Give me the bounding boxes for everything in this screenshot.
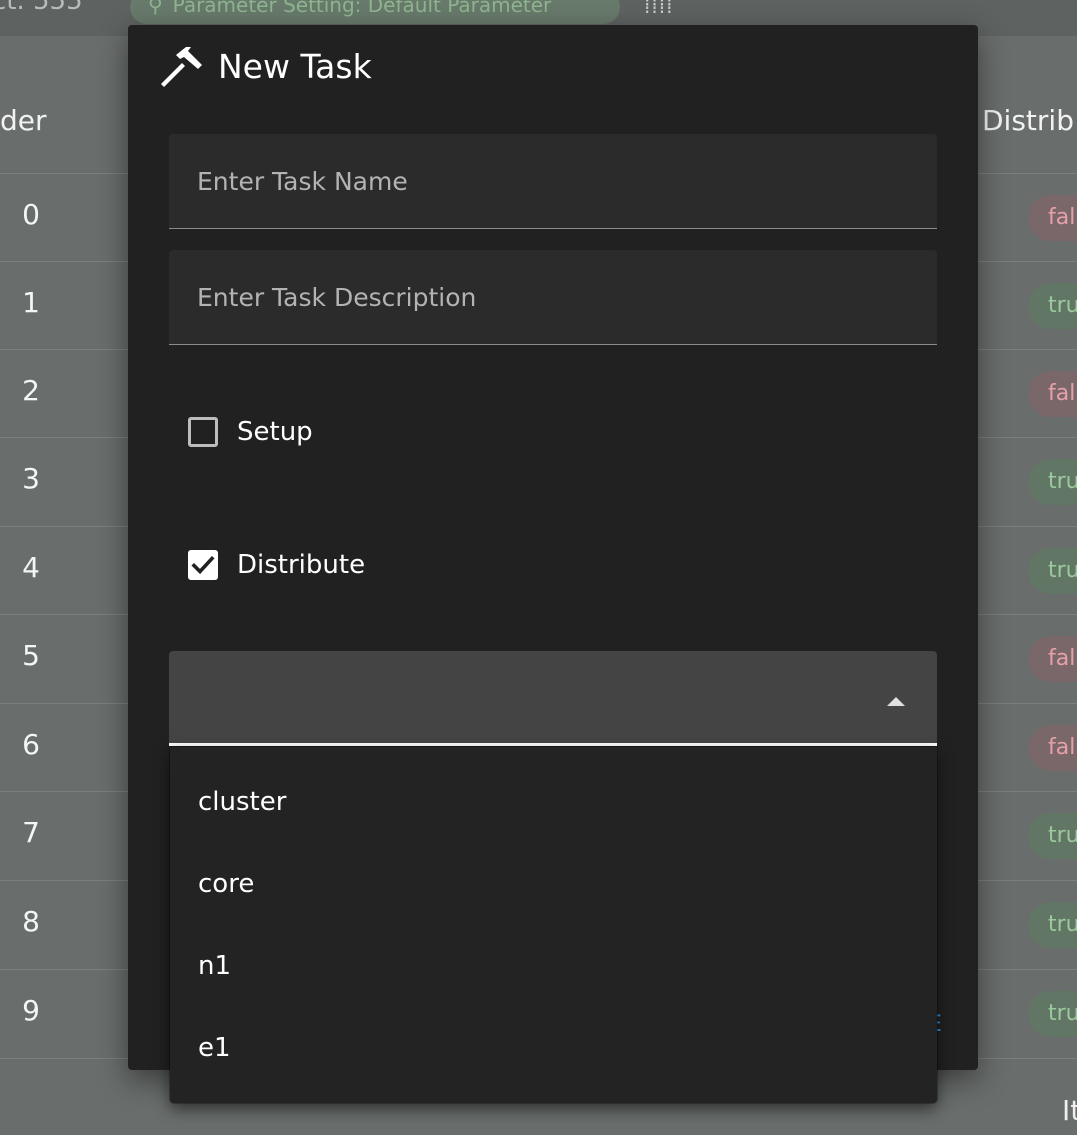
task-description-field[interactable]: [169, 250, 937, 345]
status-badge: fal: [1028, 636, 1077, 682]
distribute-checkbox-row[interactable]: Distribute: [188, 545, 365, 585]
menu-item-core[interactable]: core: [170, 843, 937, 925]
shield-icon: ⚲: [148, 0, 163, 17]
dots-icon: ⁞⁞⁞⁞: [644, 0, 674, 18]
status-badge: tru: [1028, 459, 1077, 505]
setup-label: Setup: [237, 417, 313, 447]
distribute-checkbox[interactable]: [188, 550, 218, 580]
task-name-field[interactable]: [169, 134, 937, 229]
checkmark-icon: [191, 555, 215, 575]
status-badge: fal: [1028, 725, 1077, 771]
status-badge: tru: [1028, 902, 1077, 948]
status-badge: tru: [1028, 548, 1077, 594]
status-badge: fal: [1028, 371, 1077, 417]
status-badge: tru: [1028, 283, 1077, 329]
status-badge: tru: [1028, 991, 1077, 1037]
menu-item-e1[interactable]: e1: [170, 1007, 937, 1089]
column-header-order: der: [0, 104, 47, 137]
dialog-title: New Task: [158, 43, 372, 89]
menu-item-n1[interactable]: n1: [170, 925, 937, 1007]
column-header-distribute: Distrib: [982, 104, 1074, 137]
node-select-menu: cluster core n1 e1: [170, 747, 937, 1103]
background-top-text: ct. 555: [0, 0, 83, 16]
row-index: 8: [22, 905, 40, 938]
task-description-input[interactable]: [169, 250, 937, 344]
dialog-title-text: New Task: [218, 46, 372, 86]
status-badge: fal: [1028, 195, 1077, 241]
row-index: 7: [22, 816, 40, 849]
row-index: 5: [22, 639, 40, 672]
parameter-setting-chip: ⚲ Parameter Setting: Default Parameter: [130, 0, 620, 24]
row-index: 3: [22, 462, 40, 495]
row-index: 9: [22, 994, 40, 1027]
node-select[interactable]: [169, 651, 937, 746]
row-index: 2: [22, 374, 40, 407]
status-badge: tru: [1028, 813, 1077, 859]
row-index: 1: [22, 286, 40, 319]
menu-item-cluster[interactable]: cluster: [170, 761, 937, 843]
parameter-setting-chip-label: Parameter Setting: Default Parameter: [172, 0, 552, 17]
background-footer-text: It: [1062, 1094, 1077, 1127]
row-index: 6: [22, 728, 40, 761]
setup-checkbox-row[interactable]: Setup: [188, 412, 313, 452]
setup-checkbox[interactable]: [188, 417, 218, 447]
row-index: 4: [22, 551, 40, 584]
arrow-up-icon[interactable]: [887, 697, 905, 706]
task-name-input[interactable]: [169, 134, 937, 228]
row-index: 0: [22, 198, 40, 231]
hammer-icon: [158, 43, 204, 89]
distribute-label: Distribute: [237, 550, 366, 580]
